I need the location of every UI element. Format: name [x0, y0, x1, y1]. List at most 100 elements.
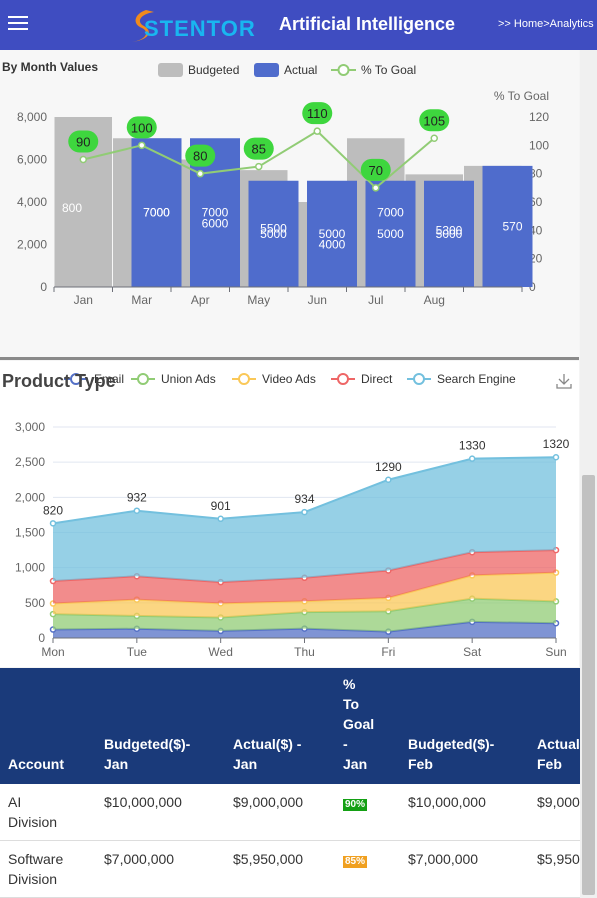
- y2-axis-title: % To Goal: [494, 89, 549, 103]
- table-row[interactable]: AI Division $10,000,000 $9,000,000 90% $10,00…: [0, 784, 580, 841]
- product-type-title: Product Type: [2, 371, 116, 391]
- accounts-table: Account Budgeted($)- Jan Actual($) - Jan% To G…: [0, 668, 580, 898]
- x-tick-label: Sun: [545, 645, 566, 659]
- header-text-line: -: [343, 736, 348, 752]
- table-header-cell[interactable]: Actual($) - Feb: [529, 668, 580, 784]
- y-tick-label: 2,000: [17, 238, 47, 252]
- goal-label-value: 85: [252, 142, 266, 157]
- header-text-line: Goal: [343, 716, 375, 732]
- y-tick-label: 2,500: [15, 455, 45, 469]
- table-cell-actual-feb: $9,000,000: [529, 784, 580, 841]
- legend-label--to-goal: % To Goal: [361, 63, 416, 77]
- legend-label-budgeted: Budgeted: [188, 63, 239, 77]
- table-header-cell[interactable]: Budgeted($)- Feb: [400, 668, 529, 784]
- x-tick-label: Jul: [368, 293, 383, 307]
- y-tick-label: 500: [25, 596, 45, 610]
- table-cell-budget-jan: $7,000,000: [96, 840, 225, 898]
- data-label-actual: 5000: [377, 227, 404, 241]
- table-cell-actual-jan: $9,000,000: [225, 784, 335, 841]
- goal-label-value: 100: [131, 120, 153, 135]
- scrollbar-thumb[interactable]: [582, 475, 595, 895]
- x-tick-label: May: [247, 293, 270, 307]
- header-text-line: To: [343, 696, 360, 712]
- header-text-line: Budgeted($)-: [104, 736, 191, 752]
- legend-marker--to-goal: [337, 64, 350, 76]
- data-label-budgeted: 7000: [377, 206, 404, 220]
- table-header-row: Account Budgeted($)- Jan Actual($) - Jan% To G…: [0, 668, 580, 784]
- goal-point: [313, 127, 321, 135]
- point-search-engine: [217, 515, 224, 523]
- goal-point: [196, 169, 204, 178]
- product-type-panel: 0 500 1,000 1,500 2,000 2,500 3,000 820 932 901 93…: [0, 361, 579, 667]
- table-header-cell[interactable]: Budgeted($)- Jan: [96, 668, 225, 784]
- y-tick-label: 1,500: [15, 526, 45, 540]
- point-search-engine: [385, 476, 392, 483]
- table-cell-account: AI Division: [0, 784, 96, 841]
- point-search-engine: [468, 455, 476, 462]
- table-cell-goal-jan: 85%: [335, 840, 400, 898]
- table-header-cell[interactable]: Actual($) - Jan: [225, 668, 335, 784]
- legend-swatch-budgeted: [158, 63, 183, 77]
- legend-marker-search-engine: [413, 373, 425, 385]
- account-name-line: AI: [8, 794, 22, 810]
- app-title: Artificial Intelligence: [279, 14, 456, 34]
- page-scrollbar[interactable]: [580, 50, 597, 898]
- logo-text: STENTOR: [144, 16, 256, 41]
- legend-label-actual: Actual: [284, 63, 317, 77]
- table-header-cell[interactable]: % To Goal - Jan: [335, 668, 400, 784]
- data-label-actual: 7000: [202, 206, 229, 220]
- header-text-line: Budgeted($)-: [408, 736, 495, 752]
- table-cell-budget-feb: $10,000,000: [400, 784, 529, 841]
- header-text-line: Actual($) -: [233, 736, 302, 752]
- header-text-line: Feb: [537, 756, 562, 772]
- goal-label-value: 110: [307, 106, 328, 121]
- header-text-line: Actual($) -: [537, 736, 580, 752]
- account-name-line: Division: [8, 871, 58, 887]
- goal-point: [255, 162, 263, 171]
- table-cell-actual-jan: $5,950,000: [225, 840, 335, 898]
- legend-label-union-ads: Union Ads: [161, 372, 216, 386]
- goal-label-value: 90: [76, 135, 90, 150]
- data-label-search-engine: 901: [211, 499, 231, 513]
- point-search-engine: [49, 520, 57, 527]
- data-label-actual: 5000: [436, 227, 463, 241]
- data-label-search-engine: 932: [127, 491, 147, 505]
- goal-point: [430, 134, 438, 142]
- data-label-actual: 7000: [143, 206, 170, 220]
- table-cell-budget-jan: $10,000,000: [96, 784, 225, 841]
- download-icon[interactable]: [556, 373, 572, 389]
- x-tick-label: Aug: [424, 293, 445, 307]
- legend-marker-direct: [337, 373, 349, 385]
- x-tick-label: Mon: [41, 645, 64, 659]
- point-search-engine: [133, 507, 141, 514]
- legend-label-search-engine: Search Engine: [437, 372, 516, 386]
- x-tick-label: Sat: [463, 645, 482, 659]
- x-tick-label: Mar: [131, 293, 152, 307]
- x-tick-label: Fri: [381, 645, 395, 659]
- y-tick-label: 0: [38, 631, 45, 645]
- stentor-logo[interactable]: STENTOR: [128, 8, 268, 44]
- x-tick-label: Wed: [208, 645, 232, 659]
- menu-icon[interactable]: [8, 16, 28, 32]
- goal-label-value: 105: [423, 113, 445, 128]
- header-text-line: Account: [8, 756, 64, 772]
- data-label-search-engine: 1330: [459, 439, 486, 453]
- goal-point: [79, 155, 87, 164]
- x-tick-label: Tue: [127, 645, 148, 659]
- product-type-chart: 0 500 1,000 1,500 2,000 2,500 3,000 820 932 901 93…: [15, 372, 570, 659]
- table-header-cell[interactable]: Account: [0, 668, 96, 784]
- accounts-table-container: Account Budgeted($)- Jan Actual($) - Jan% To G…: [0, 668, 580, 898]
- data-label-actual: 5000: [319, 227, 346, 241]
- y-tick-label: 3,000: [15, 420, 45, 434]
- table-cell-goal-jan: 90%: [335, 784, 400, 841]
- header-text-line: %: [343, 676, 356, 692]
- y-tick-label: 8,000: [17, 110, 47, 124]
- legend-label-direct: Direct: [361, 372, 393, 386]
- table-row[interactable]: Software Division $7,000,000 $5,950,000 85% $…: [0, 840, 580, 898]
- x-tick-label: Apr: [191, 293, 210, 307]
- monthly-values-panel: By Month Values Budgeted Actual% To Goal 0…: [0, 50, 579, 360]
- breadcrumb[interactable]: >> Home>Analytics: [498, 18, 594, 30]
- goal-label-value: 70: [369, 163, 383, 178]
- goal-badge: 90%: [343, 799, 368, 811]
- header-text-line: Feb: [408, 756, 433, 772]
